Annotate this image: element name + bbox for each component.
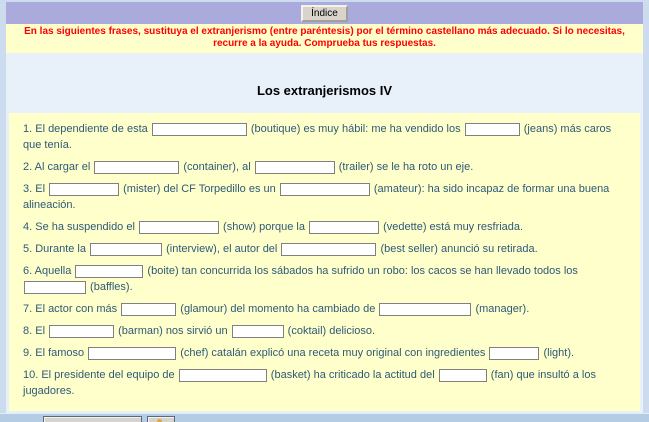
sentence-text: 8. El (23, 325, 49, 337)
exercise-item: 2. Al cargar el (container), al (trailer… (23, 159, 626, 175)
partial-help-button[interactable] (147, 416, 175, 422)
answer-input[interactable] (254, 160, 335, 174)
answer-input[interactable] (151, 122, 247, 136)
sentence-text: (light). (540, 347, 575, 359)
sentence-text: 1. El dependiente de esta (23, 123, 151, 135)
sentence-text: (interview), el autor del (163, 243, 281, 255)
sentence-text: (barman) nos sirvió un (115, 325, 231, 337)
sentence-text: 10. El presidente del equipo de (23, 369, 178, 381)
exercise-item: 1. El dependiente de esta (boutique) es … (23, 121, 626, 153)
sentence-text: 4. Se ha suspendido el (23, 221, 138, 233)
answer-input[interactable] (75, 264, 144, 278)
exercise-item: 10. El presidente del equipo de (basket)… (23, 367, 626, 399)
sentence-text: 6. Aquella (23, 265, 75, 277)
page-frame: Índice En las siguientes frases, sustitu… (6, 2, 643, 414)
page-title: Los extranjerismos IV (256, 83, 393, 98)
sentence-text: 3. El (23, 183, 49, 195)
exercise-item: 6. Aquella (boite) tan concurrida los sá… (23, 263, 626, 295)
answer-input[interactable] (279, 182, 370, 196)
exercise-item: 4. Se ha suspendido el (show) porque la … (23, 219, 626, 235)
sentence-text: (boutique) es muy hábil: me ha vendido l… (247, 123, 464, 135)
answer-input[interactable] (88, 346, 177, 360)
sentence-text: (glamour) del momento ha cambiado de (177, 303, 379, 315)
partial-button[interactable] (43, 416, 142, 422)
answer-input[interactable] (281, 242, 377, 256)
exercise-item: 7. El actor con más (glamour) del moment… (23, 301, 626, 317)
answer-input[interactable] (49, 324, 115, 338)
sentence-text: (basket) ha criticado la actitud del (267, 369, 438, 381)
sentence-text: 2. Al cargar el (23, 161, 94, 173)
sentence-text: (coktail) delicioso. (284, 325, 376, 337)
index-button[interactable]: Índice (301, 4, 348, 22)
answer-input[interactable] (379, 302, 472, 316)
answer-input[interactable] (138, 220, 219, 234)
sentence-text: (best seller) anunció su retirada. (377, 243, 538, 255)
answer-input[interactable] (309, 220, 380, 234)
sentence-text: 5. Durante la (23, 243, 90, 255)
bottom-frame-strip (0, 413, 649, 422)
sentence-text: (trailer) se le ha roto un eje. (335, 161, 474, 173)
answer-input[interactable] (121, 302, 177, 316)
exercise-box: 1. El dependiente de esta (boutique) es … (9, 113, 640, 411)
answer-input[interactable] (231, 324, 284, 338)
sentence-text: (boite) tan concurrida los sábados ha su… (144, 265, 578, 277)
instructions-banner: En las siguientes frases, sustituya el e… (6, 24, 643, 53)
sentence-text: (show) porque la (219, 221, 309, 233)
sentence-text: (container), al (180, 161, 254, 173)
header-bar: Índice (6, 2, 643, 24)
sentence-text: (mister) del CF Torpedillo es un (120, 183, 279, 195)
answer-input[interactable] (94, 160, 180, 174)
sentence-text: 9. El famoso (23, 347, 88, 359)
exercise-item: 9. El famoso (chef) catalán explicó una … (23, 345, 626, 361)
answer-input[interactable] (464, 122, 520, 136)
sentence-text: 7. El actor con más (23, 303, 121, 315)
main-area: Los extranjerismos IV 1. El dependiente … (6, 53, 643, 414)
answer-input[interactable] (49, 182, 120, 196)
sentence-text: (manager). (472, 303, 530, 315)
answer-input[interactable] (90, 242, 163, 256)
exercise-item: 3. El (mister) del CF Torpedillo es un (… (23, 181, 626, 213)
answer-input[interactable] (438, 368, 487, 382)
sentence-text: (vedette) está muy resfriada. (380, 221, 524, 233)
exercise-item: 8. El (barman) nos sirvió un (coktail) d… (23, 323, 626, 339)
answer-input[interactable] (178, 368, 267, 382)
exercise-item: 5. Durante la (interview), el autor del … (23, 241, 626, 257)
sentence-text: (baffles). (87, 281, 133, 293)
answer-input[interactable] (24, 280, 86, 294)
exercise-page: Índice En las siguientes frases, sustitu… (0, 0, 649, 422)
sentence-text: (chef) catalán explicó una receta muy or… (177, 347, 489, 359)
answer-input[interactable] (489, 346, 540, 360)
